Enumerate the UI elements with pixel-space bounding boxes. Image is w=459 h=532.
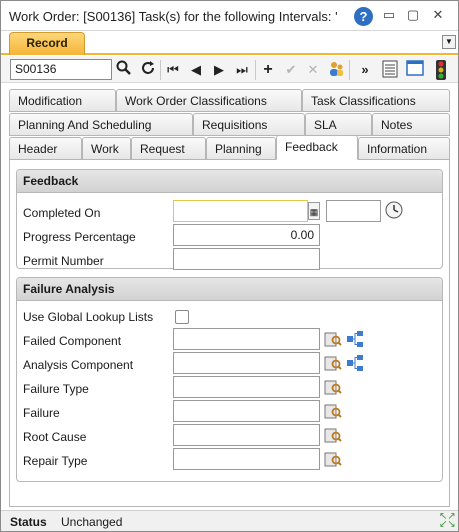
next-record-icon[interactable]: ▶ bbox=[209, 60, 229, 80]
tab-modification[interactable]: Modification bbox=[9, 89, 116, 112]
repair-type-input[interactable] bbox=[173, 448, 320, 470]
first-record-icon[interactable]: ⏮ bbox=[163, 60, 183, 80]
repair-type-label: Repair Type bbox=[23, 454, 88, 468]
hierarchy-icon[interactable] bbox=[346, 330, 364, 348]
tab-planning-and-scheduling[interactable]: Planning And Scheduling bbox=[9, 113, 193, 136]
collapse-toggle-icon[interactable]: ▼ bbox=[442, 35, 456, 49]
window-title: Work Order: [S00136] Task(s) for the fol… bbox=[9, 9, 338, 24]
hierarchy-icon[interactable] bbox=[346, 354, 364, 372]
cancel-icon[interactable]: ✕ bbox=[303, 60, 323, 80]
clock-icon[interactable] bbox=[385, 201, 403, 219]
tab-planning[interactable]: Planning bbox=[206, 137, 276, 160]
lookup-icon[interactable] bbox=[324, 426, 342, 444]
use-global-lookup-label: Use Global Lookup Lists bbox=[23, 310, 154, 324]
failure-input[interactable] bbox=[173, 400, 320, 422]
completed-on-date-input[interactable] bbox=[173, 200, 308, 222]
record-tab-strip: Record ▼ bbox=[1, 32, 458, 55]
tab-requisitions[interactable]: Requisitions bbox=[193, 113, 305, 136]
toolbar: S00136 ⏮ ◀ ▶ ⏭ + ✔ ✕ » bbox=[1, 56, 458, 83]
completed-on-time-input[interactable] bbox=[326, 200, 381, 222]
maximize-button[interactable]: ▢ bbox=[404, 6, 422, 24]
analysis-component-label: Analysis Component bbox=[23, 358, 134, 372]
title-bar: Work Order: [S00136] Task(s) for the fol… bbox=[1, 1, 458, 31]
refresh-icon[interactable] bbox=[138, 60, 158, 80]
feedback-section-heading: Feedback bbox=[17, 170, 442, 193]
lookup-icon[interactable] bbox=[324, 450, 342, 468]
tab-work[interactable]: Work bbox=[82, 137, 131, 160]
previous-record-icon[interactable]: ◀ bbox=[186, 60, 206, 80]
completed-on-label: Completed On bbox=[23, 206, 101, 220]
feedback-section: Feedback Completed On ▦ Progress Percent… bbox=[16, 169, 443, 270]
users-icon[interactable] bbox=[326, 60, 346, 80]
add-icon[interactable]: + bbox=[258, 60, 278, 80]
tab-request[interactable]: Request bbox=[131, 137, 206, 160]
tab-sla[interactable]: SLA bbox=[305, 113, 372, 136]
permit-number-input[interactable] bbox=[173, 248, 320, 270]
permit-number-label: Permit Number bbox=[23, 254, 104, 268]
use-global-lookup-checkbox[interactable] bbox=[175, 310, 189, 324]
failure-label: Failure bbox=[23, 406, 60, 420]
tab-notes[interactable]: Notes bbox=[372, 113, 450, 136]
progress-percentage-label: Progress Percentage bbox=[23, 230, 136, 244]
status-value: Unchanged bbox=[61, 515, 123, 529]
failure-analysis-heading: Failure Analysis bbox=[17, 278, 442, 301]
close-button[interactable]: ✕ bbox=[429, 6, 447, 24]
failure-type-label: Failure Type bbox=[23, 382, 89, 396]
record-tab[interactable]: Record bbox=[9, 32, 85, 55]
work-order-window: Work Order: [S00136] Task(s) for the fol… bbox=[0, 0, 459, 532]
lookup-icon[interactable] bbox=[324, 402, 342, 420]
record-id-input[interactable]: S00136 bbox=[10, 59, 112, 80]
tab-work-order-classifications[interactable]: Work Order Classifications bbox=[116, 89, 302, 112]
traffic-light-icon[interactable] bbox=[431, 60, 451, 80]
root-cause-input[interactable] bbox=[173, 424, 320, 446]
failed-component-label: Failed Component bbox=[23, 334, 122, 348]
lookup-icon[interactable] bbox=[324, 330, 342, 348]
progress-percentage-input[interactable]: 0.00 bbox=[173, 224, 320, 246]
calendar-picker-icon[interactable]: ▦ bbox=[308, 202, 320, 220]
help-icon[interactable]: ? bbox=[354, 7, 373, 26]
tab-content-panel: Feedback Completed On ▦ Progress Percent… bbox=[9, 159, 450, 507]
tab-information[interactable]: Information bbox=[358, 137, 450, 160]
list-view-icon[interactable] bbox=[380, 60, 400, 80]
more-actions-icon[interactable]: » bbox=[355, 60, 375, 80]
status-label: Status bbox=[10, 515, 47, 529]
save-check-icon[interactable]: ✔ bbox=[281, 60, 301, 80]
failed-component-input[interactable] bbox=[173, 328, 320, 350]
minimize-button[interactable]: ▭ bbox=[380, 6, 398, 24]
lookup-icon[interactable] bbox=[324, 378, 342, 396]
tab-feedback[interactable]: Feedback bbox=[276, 135, 358, 160]
tab-task-classifications[interactable]: Task Classifications bbox=[302, 89, 450, 112]
root-cause-label: Root Cause bbox=[23, 430, 87, 444]
failure-type-input[interactable] bbox=[173, 376, 320, 398]
window-view-icon[interactable] bbox=[405, 60, 425, 80]
lookup-icon[interactable] bbox=[324, 354, 342, 372]
search-icon[interactable] bbox=[114, 60, 134, 80]
status-bar: Status Unchanged ↖↗ ↙↘ bbox=[1, 510, 458, 531]
resize-grip-icon[interactable]: ↖↗ ↙↘ bbox=[439, 512, 456, 530]
analysis-component-input[interactable] bbox=[173, 352, 320, 374]
tab-header[interactable]: Header bbox=[9, 137, 82, 160]
failure-analysis-section: Failure Analysis Use Global Lookup Lists… bbox=[16, 277, 443, 482]
last-record-icon[interactable]: ⏭ bbox=[232, 60, 252, 80]
